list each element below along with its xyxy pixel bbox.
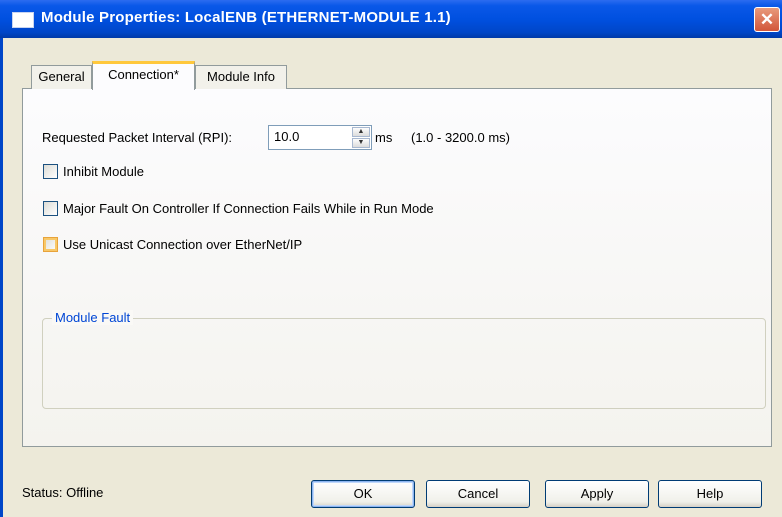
ok-button[interactable]: OK	[311, 480, 415, 508]
window-frame-left	[0, 38, 3, 517]
unicast-connection-checkbox[interactable]	[43, 237, 58, 252]
tab-general[interactable]: General	[31, 65, 92, 89]
apply-button[interactable]: Apply	[545, 480, 649, 508]
spin-down-icon[interactable]: ▼	[352, 138, 370, 148]
window-title: Module Properties: LocalENB (ETHERNET-MO…	[41, 9, 451, 26]
tab-connection[interactable]: Connection*	[92, 61, 195, 90]
help-button[interactable]: Help	[658, 480, 762, 508]
inhibit-module-label[interactable]: Inhibit Module	[63, 164, 144, 179]
spin-up-icon[interactable]: ▲	[352, 127, 370, 137]
inhibit-module-checkbox[interactable]	[43, 164, 58, 179]
rpi-input[interactable]	[269, 126, 350, 147]
major-fault-label[interactable]: Major Fault On Controller If Connection …	[63, 201, 434, 216]
close-button[interactable]: ✕	[754, 7, 780, 32]
rpi-unit: ms	[375, 130, 393, 145]
unicast-connection-label[interactable]: Use Unicast Connection over EtherNet/IP	[63, 237, 302, 252]
rpi-label: Requested Packet Interval (RPI):	[42, 130, 233, 145]
tab-module-info[interactable]: Module Info	[195, 65, 287, 89]
major-fault-checkbox[interactable]	[43, 201, 58, 216]
rpi-field[interactable]: ▲ ▼	[268, 125, 372, 150]
title-bar[interactable]: Module Properties: LocalENB (ETHERNET-MO…	[0, 0, 782, 38]
module-fault-group	[42, 318, 766, 409]
rpi-spinner[interactable]: ▲ ▼	[352, 127, 370, 148]
status-text: Status: Offline	[22, 485, 104, 500]
rpi-range: (1.0 - 3200.0 ms)	[411, 130, 510, 145]
window-icon	[12, 12, 34, 28]
cancel-button[interactable]: Cancel	[426, 480, 530, 508]
module-fault-title: Module Fault	[52, 310, 134, 325]
